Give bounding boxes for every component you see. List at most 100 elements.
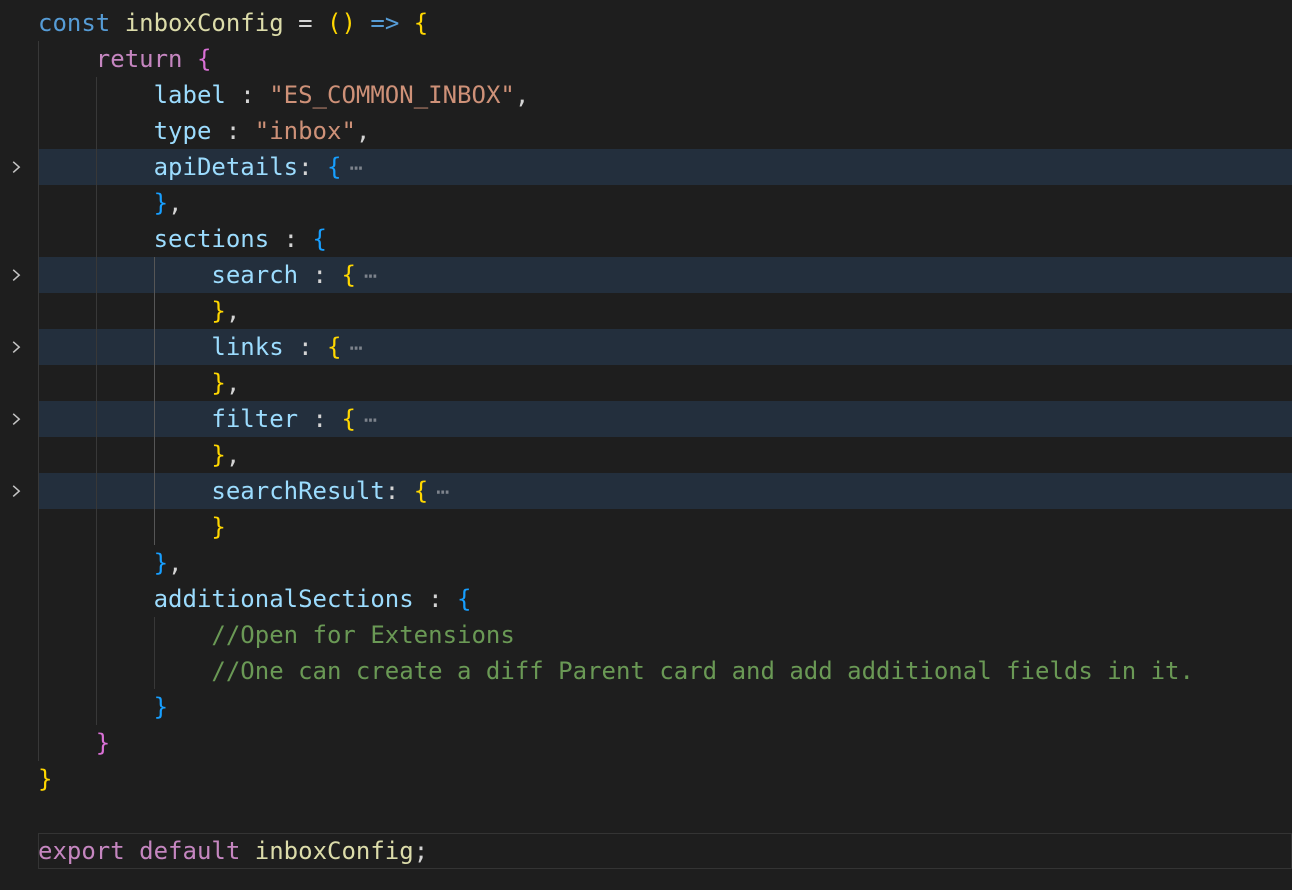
code-line[interactable]: label : "ES_COMMON_INBOX", (0, 77, 1292, 113)
code-text: }, (38, 365, 1292, 401)
code-text: label : "ES_COMMON_INBOX", (38, 77, 1292, 113)
code-token (183, 45, 197, 73)
code-token: filter (211, 405, 298, 433)
code-line[interactable]: links : {⋯ (0, 329, 1292, 365)
code-text: return { (38, 41, 1292, 77)
code-token (38, 225, 154, 253)
folded-region-ellipsis[interactable]: ⋯ (356, 408, 378, 433)
code-line[interactable]: sections : { (0, 221, 1292, 257)
code-line[interactable]: type : "inbox", (0, 113, 1292, 149)
code-token (110, 9, 124, 37)
code-line[interactable]: }, (0, 545, 1292, 581)
code-text: } (38, 689, 1292, 725)
code-token: default (139, 837, 240, 865)
code-text: search : {⋯ (38, 257, 1292, 295)
code-token: } (211, 369, 225, 397)
code-token: { (313, 225, 327, 253)
code-token: , (168, 549, 182, 577)
code-token: sections (154, 225, 270, 253)
code-text: filter : {⋯ (38, 401, 1292, 439)
code-token: () (327, 9, 356, 37)
code-token (38, 585, 154, 613)
code-line[interactable]: } (0, 689, 1292, 725)
code-token: { (341, 405, 355, 433)
code-token: export (38, 837, 125, 865)
code-token (38, 153, 154, 181)
code-line[interactable]: //Open for Extensions (0, 617, 1292, 653)
code-line[interactable]: filter : {⋯ (0, 401, 1292, 437)
code-token: = (284, 9, 327, 37)
code-text: export default inboxConfig; (38, 833, 1292, 869)
code-token (38, 45, 96, 73)
code-token: , (356, 117, 370, 145)
folded-region-ellipsis[interactable]: ⋯ (341, 336, 363, 361)
code-text: }, (38, 545, 1292, 581)
code-token: search (211, 261, 298, 289)
code-token (38, 189, 154, 217)
code-token (240, 837, 254, 865)
code-token: : (269, 225, 312, 253)
code-line[interactable]: }, (0, 293, 1292, 329)
code-text: }, (38, 437, 1292, 473)
code-token (125, 837, 139, 865)
code-token (38, 261, 211, 289)
folded-region-ellipsis[interactable]: ⋯ (356, 264, 378, 289)
code-text: sections : { (38, 221, 1292, 257)
chevron-right-icon[interactable] (8, 411, 24, 432)
code-line[interactable]: export default inboxConfig; (0, 833, 1292, 869)
code-token: { (341, 261, 355, 289)
code-line[interactable]: return { (0, 41, 1292, 77)
folded-region-ellipsis[interactable]: ⋯ (428, 480, 450, 505)
code-token: } (211, 441, 225, 469)
code-token (38, 513, 211, 541)
code-token (38, 369, 211, 397)
code-token: } (154, 549, 168, 577)
code-token: : (211, 117, 254, 145)
code-token: inboxConfig (125, 9, 284, 37)
code-line[interactable]: }, (0, 365, 1292, 401)
code-token: , (226, 441, 240, 469)
code-token (38, 117, 154, 145)
code-line[interactable]: } (0, 725, 1292, 761)
code-token: const (38, 9, 110, 37)
code-token (356, 9, 370, 37)
code-text: } (38, 761, 1292, 797)
code-line[interactable]: } (0, 761, 1292, 797)
code-token: : (298, 153, 327, 181)
code-text: }, (38, 185, 1292, 221)
chevron-right-icon[interactable] (8, 339, 24, 360)
code-token: apiDetails (154, 153, 299, 181)
code-line[interactable]: } (0, 509, 1292, 545)
code-line[interactable]: apiDetails: {⋯ (0, 149, 1292, 185)
code-token: } (38, 765, 52, 793)
code-text: links : {⋯ (38, 329, 1292, 367)
folded-region-ellipsis[interactable]: ⋯ (341, 156, 363, 181)
vscode-editor-window: const inboxConfig = () => { return { lab… (0, 0, 1292, 890)
code-line[interactable]: //One can create a diff Parent card and … (0, 653, 1292, 689)
code-token: label (154, 81, 226, 109)
code-line[interactable]: const inboxConfig = () => { (0, 5, 1292, 41)
code-line[interactable] (0, 797, 1292, 833)
code-line[interactable]: searchResult: {⋯ (0, 473, 1292, 509)
code-token: } (154, 693, 168, 721)
code-editor[interactable]: const inboxConfig = () => { return { lab… (0, 0, 1292, 890)
code-token: additionalSections (154, 585, 414, 613)
code-token: } (154, 189, 168, 217)
code-token: { (327, 153, 341, 181)
code-token: { (197, 45, 211, 73)
code-text: }, (38, 293, 1292, 329)
code-line[interactable]: }, (0, 185, 1292, 221)
chevron-right-icon[interactable] (8, 267, 24, 288)
chevron-right-icon[interactable] (8, 159, 24, 180)
code-token: } (211, 297, 225, 325)
chevron-right-icon[interactable] (8, 483, 24, 504)
code-line[interactable]: additionalSections : { (0, 581, 1292, 617)
code-line[interactable]: }, (0, 437, 1292, 473)
code-token: "inbox" (255, 117, 356, 145)
code-token (38, 297, 211, 325)
code-token (38, 441, 211, 469)
code-token: { (327, 333, 341, 361)
code-token: } (211, 513, 225, 541)
code-line[interactable]: search : {⋯ (0, 257, 1292, 293)
code-token: , (515, 81, 529, 109)
